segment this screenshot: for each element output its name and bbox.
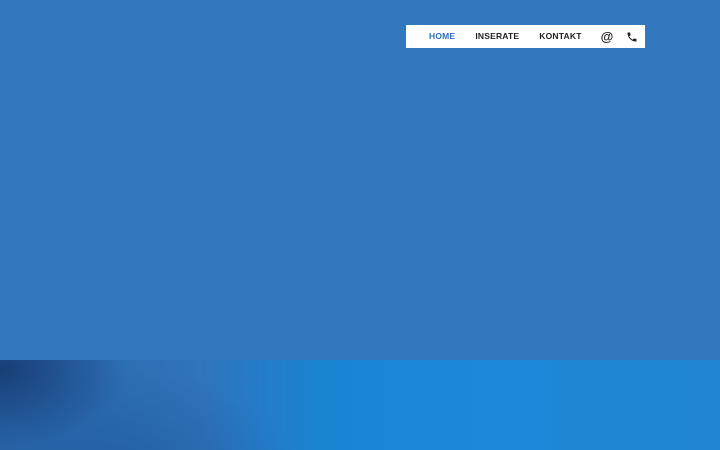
nav-kontakt[interactable]: KONTAKT xyxy=(539,25,581,48)
hero-section xyxy=(0,0,720,360)
nav-inserate[interactable]: INSERATE xyxy=(475,25,519,48)
main-navigation: HOME INSERATE KONTAKT @ xyxy=(406,25,645,48)
email-at-icon[interactable]: @ xyxy=(601,25,614,48)
phone-icon[interactable] xyxy=(625,25,639,48)
nav-home[interactable]: HOME xyxy=(429,25,455,48)
hero-background-band xyxy=(0,360,720,450)
page: HOME INSERATE KONTAKT @ xyxy=(0,0,720,450)
